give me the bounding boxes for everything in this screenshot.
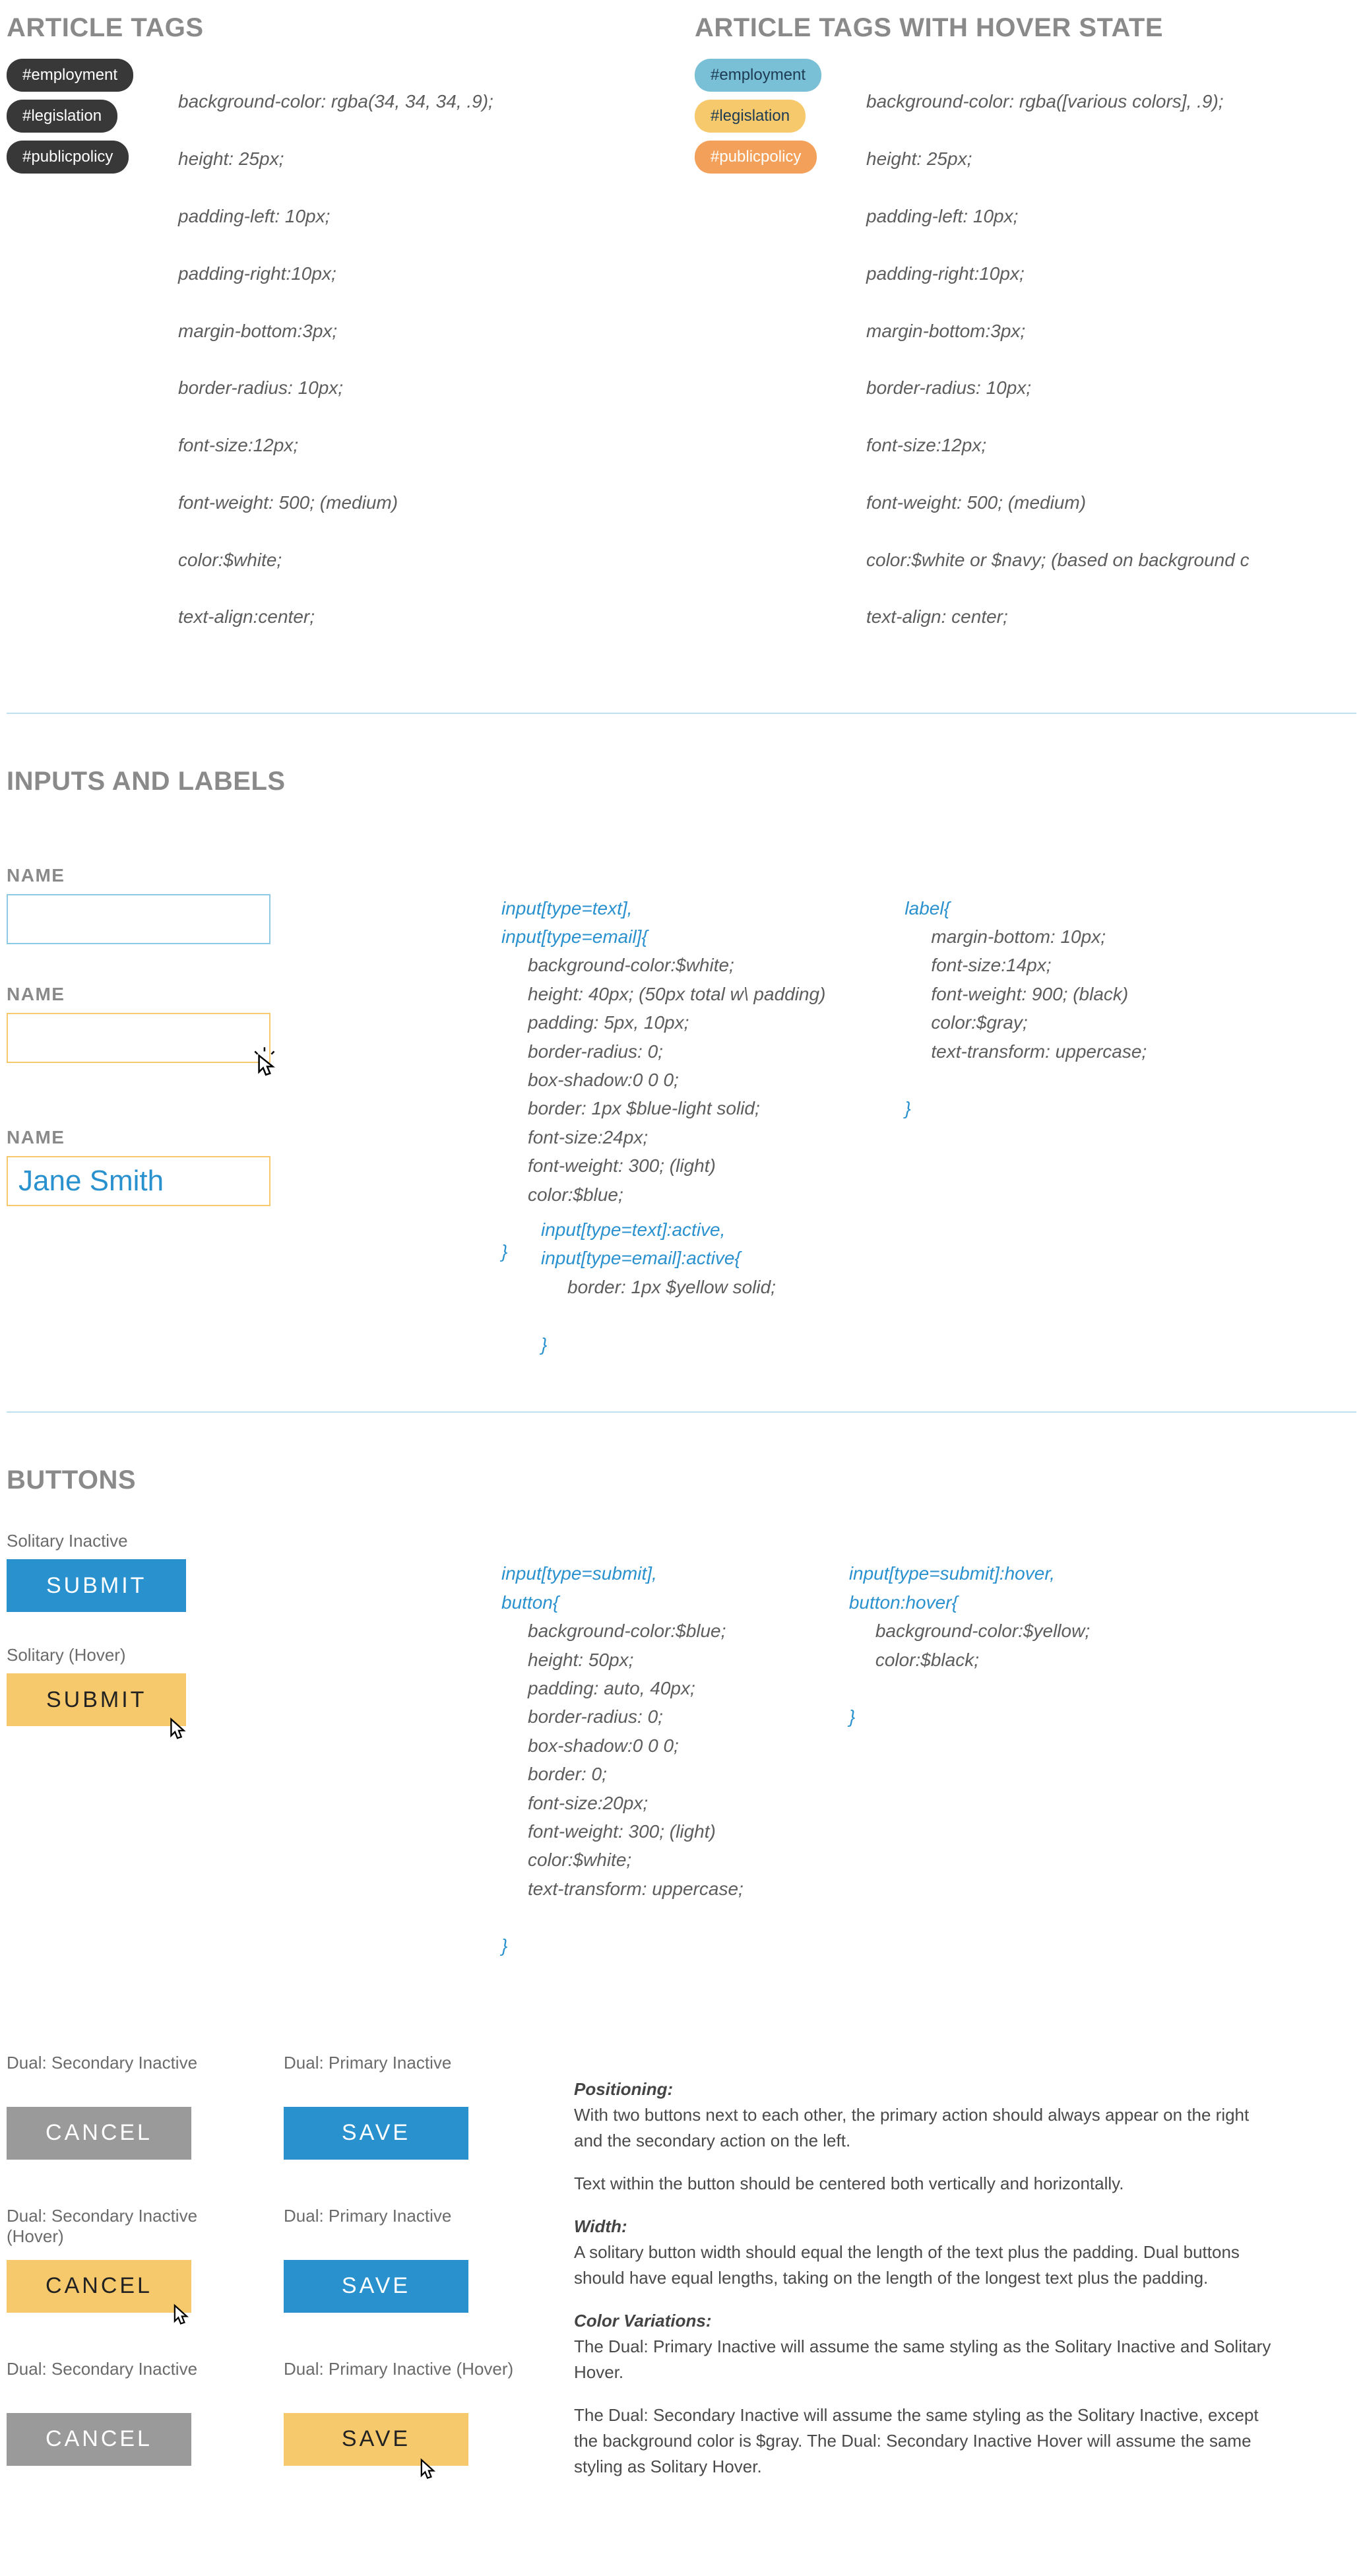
css-spec: input[type=submit], button{ background-c… [501,1531,744,1960]
section-heading: Article Tags [7,13,668,43]
css-spec: background-color: rgba([various colors],… [866,59,1250,660]
state-label: Dual: Primary Inactive (Hover) [284,2359,534,2405]
css-spec: background-color: rgba(34, 34, 34, .9); … [178,59,493,660]
input-label: Name [7,1127,303,1148]
text-input-filled[interactable]: Jane Smith [7,1156,270,1206]
css-spec: input[type=text]:active, input[type=emai… [541,1187,1356,1359]
cursor-click-icon [249,1045,282,1078]
cursor-icon [413,2453,442,2482]
state-label: Dual: Secondary Inactive (Hover) [7,2206,257,2252]
buttons-top-row: Solitary Inactive Submit Solitary (Hover… [7,1531,1356,1960]
dual-buttons-section: Dual: Secondary Inactive Cancel Dual: Pr… [7,2053,1356,2497]
state-label: Dual: Secondary Inactive [7,2053,257,2099]
tag-item[interactable]: #legislation [7,100,117,133]
cancel-button[interactable]: Cancel [7,2413,191,2466]
section-heading: Buttons [7,1465,1356,1495]
button-guidelines: Positioning: With two buttons next to ea… [574,2053,1273,2497]
text-input-hover[interactable] [7,1013,270,1063]
submit-button[interactable]: Submit [7,1559,186,1612]
tags-section: Article Tags #employment #legislation #p… [7,13,1356,660]
tag-list-hover: #employment #legislation #publicpolicy [695,59,840,179]
save-button[interactable]: Save [284,2260,468,2313]
tag-list: #employment #legislation #publicpolicy [7,59,152,179]
text-input[interactable] [7,894,270,944]
state-label: Dual: Primary Inactive [284,2206,534,2252]
submit-button-hover[interactable]: Submit [7,1673,186,1726]
cancel-button[interactable]: Cancel [7,2107,191,2160]
state-label: Solitary (Hover) [7,1645,270,1665]
input-label: Name [7,984,303,1005]
save-button[interactable]: Save [284,2107,468,2160]
state-label: Dual: Primary Inactive [284,2053,534,2099]
tag-item[interactable]: #publicpolicy [7,141,129,174]
tag-item[interactable]: #employment [7,59,133,92]
tag-item[interactable]: #publicpolicy [695,141,817,174]
section-heading: Inputs and Labels [7,767,1356,796]
tag-item[interactable]: #employment [695,59,821,92]
cursor-icon [162,1712,193,1742]
cancel-button-hover[interactable]: Cancel [7,2260,191,2313]
css-spec: input[type=submit]:hover, button:hover{ … [849,1531,1090,1960]
divider [7,713,1356,714]
input-label: Name [7,865,303,886]
section-heading: Article Tags with Hover State [695,13,1356,43]
state-label: Dual: Secondary Inactive [7,2359,257,2405]
tag-item[interactable]: #legislation [695,100,806,133]
state-label: Solitary Inactive [7,1531,270,1551]
divider [7,1411,1356,1413]
cursor-icon [166,2298,195,2327]
